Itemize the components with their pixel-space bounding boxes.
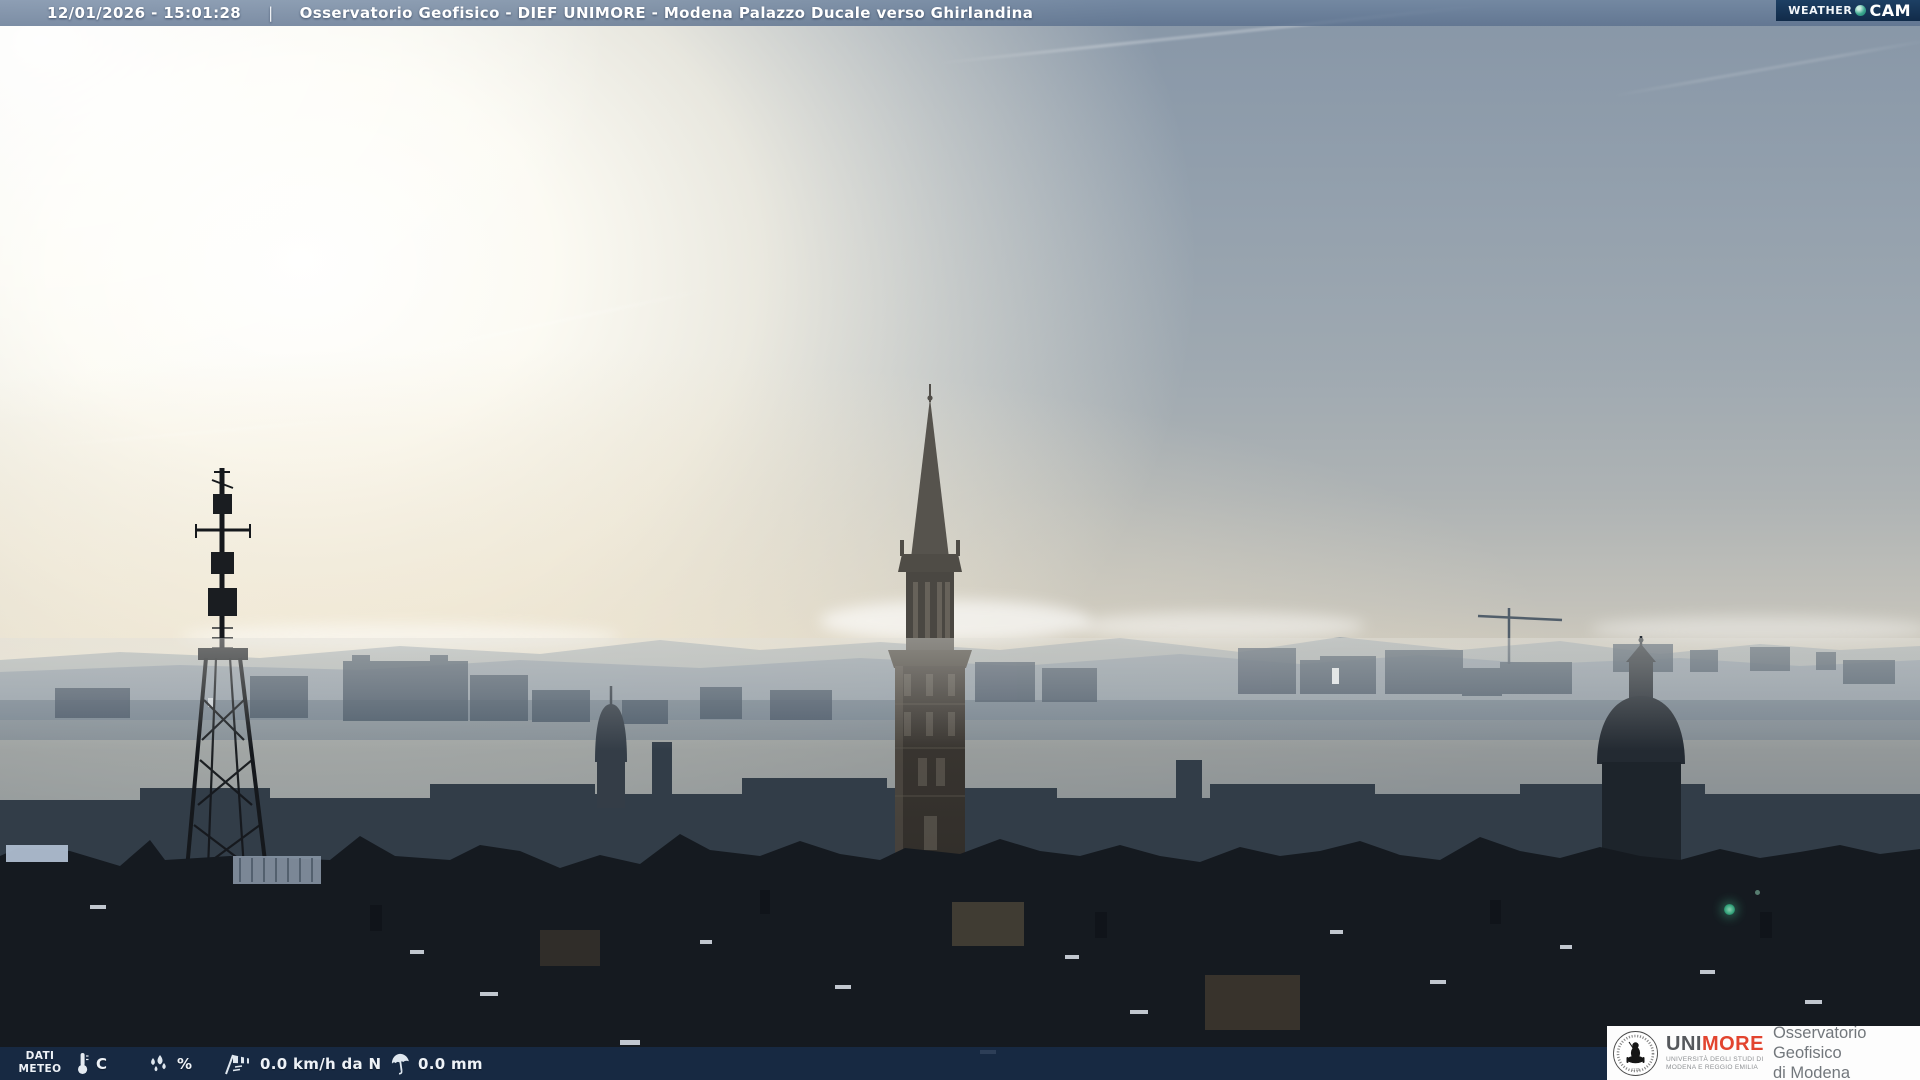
unimore-acronym: UNIMORE — [1666, 1034, 1764, 1054]
weathercam-logo[interactable]: Weather Cam — [1776, 0, 1920, 21]
unimore-seal-icon: 1175 — [1613, 1030, 1658, 1076]
globe-icon — [1855, 5, 1867, 16]
precipitation-value: 0.0 mm — [418, 1054, 483, 1073]
lens-flare-icon — [1755, 890, 1760, 895]
university-name: UNIVERSITÀ DEGLI STUDI DI MODENA E REGGI… — [1666, 1056, 1764, 1071]
humidity-unit: % — [177, 1054, 193, 1073]
temperature-reading: C — [76, 1047, 107, 1080]
atmospheric-haze — [0, 638, 1920, 788]
wind-value: 0.0 km/h da N — [260, 1054, 382, 1073]
weathercam-logo-weather: Weather — [1788, 4, 1853, 17]
webcam-frame: 12/01/2026 - 15:01:28 | Osservatorio Geo… — [0, 0, 1920, 1080]
windsock-icon — [225, 1054, 249, 1075]
temperature-unit: C — [96, 1054, 108, 1073]
unimore-branding-box[interactable]: 1175 UNIMORE UNIVERSITÀ DEGLI STUDI DI M… — [1607, 1023, 1920, 1080]
wind-reading: 0.0 km/h da N — [222, 1047, 381, 1080]
observatory-name-line1: Osservatorio Geofisico — [1772, 1024, 1867, 1062]
page-title: Osservatorio Geofisico - DIEF UNIMORE - … — [299, 4, 1034, 22]
unimore-more: MORE — [1701, 1033, 1764, 1056]
city-skyline — [0, 384, 1920, 1080]
seal-year: 1175 — [1631, 1067, 1641, 1072]
unimore-uni: UNI — [1666, 1033, 1702, 1056]
timestamp: 12/01/2026 - 15:01:28 — [47, 4, 242, 22]
dati-label-line2: METEO — [18, 1063, 62, 1075]
university-name-line1: UNIVERSITÀ DEGLI STUDI DI — [1666, 1056, 1764, 1064]
lens-flare-icon — [1724, 904, 1735, 915]
observatory-name-line2: di Modena — [1772, 1064, 1851, 1080]
precipitation-reading: 0.0 mm — [390, 1047, 483, 1080]
header-separator: | — [268, 4, 274, 22]
umbrella-icon — [391, 1053, 409, 1075]
dati-label-line1: DATI — [25, 1050, 55, 1062]
unimore-logotype: UNIMORE UNIVERSITÀ DEGLI STUDI DI MODENA… — [1666, 1034, 1764, 1071]
dati-meteo-label: DATI METEO — [14, 1050, 66, 1076]
university-name-line2: MODENA E REGGIO EMILIA — [1666, 1064, 1758, 1071]
water-drops-icon — [151, 1054, 166, 1071]
humidity-reading: % — [146, 1047, 192, 1080]
header-bar: 12/01/2026 - 15:01:28 | Osservatorio Geo… — [0, 0, 1920, 26]
observatory-name: Osservatorio Geofisico di Modena — [1773, 1023, 1920, 1080]
thermometer-icon — [78, 1053, 89, 1074]
weathercam-logo-cam: Cam — [1869, 1, 1911, 20]
